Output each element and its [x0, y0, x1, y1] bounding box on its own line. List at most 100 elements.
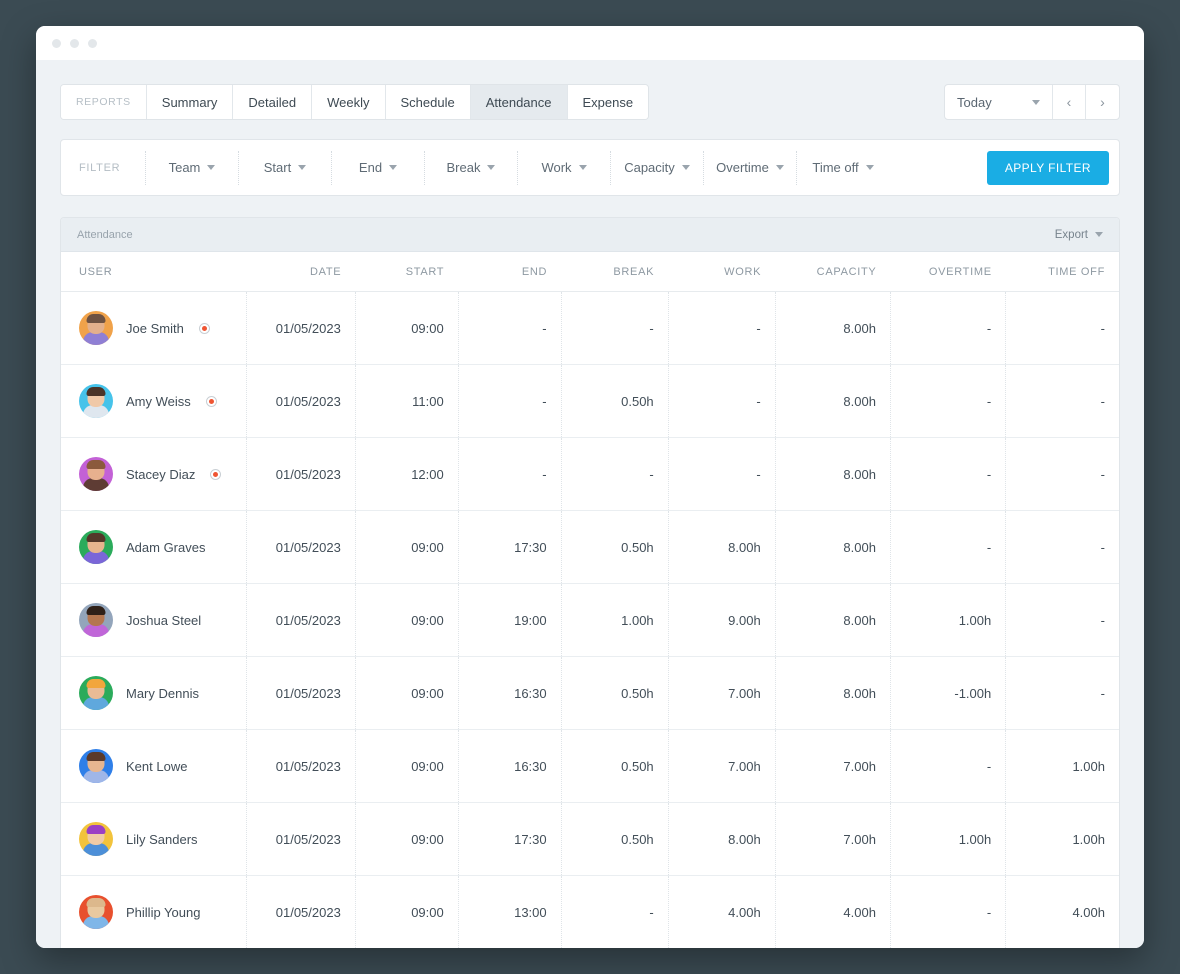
cell-start: 09:00: [354, 875, 459, 948]
cell-break: 0.50h: [560, 510, 669, 584]
table-row[interactable]: Stacey Diaz 01/05/2023 12:00- - -8.00h - -: [61, 437, 1119, 511]
chevron-down-icon: [487, 165, 496, 170]
filter-start-label: Start: [263, 160, 292, 175]
maximize-icon[interactable]: [88, 38, 97, 48]
filter-time-off[interactable]: Time off: [796, 150, 889, 185]
filter-capacity[interactable]: Capacity: [610, 150, 703, 185]
cell-break: 0.50h: [560, 729, 669, 803]
minimize-icon[interactable]: [70, 38, 79, 48]
cell-capacity: 8.00h: [774, 583, 891, 657]
tab-detailed[interactable]: Detailed: [233, 85, 313, 119]
column-header-date[interactable]: DATE: [246, 252, 356, 292]
filter-overtime[interactable]: Overtime: [703, 150, 796, 185]
cell-time-off: 1.00h: [1005, 729, 1119, 803]
filter-end[interactable]: End: [331, 150, 424, 185]
filter-break[interactable]: Break: [424, 150, 517, 185]
filter-team-label: Team: [168, 160, 201, 175]
date-prev-button[interactable]: ‹: [1053, 85, 1086, 119]
table-row[interactable]: Adam Graves 01/05/2023 09:00 17:30 0.50h 8.00…: [61, 510, 1119, 584]
cell-date: 01/05/2023: [245, 291, 356, 365]
column-header-work[interactable]: WORK: [668, 252, 776, 292]
user-cell: Phillip Young: [79, 895, 232, 929]
user-name: Phillip Young: [126, 904, 201, 920]
filter-time-off-label: Time off: [812, 160, 859, 175]
cell-capacity: 8.00h: [774, 510, 891, 584]
cell-work: 9.00h: [667, 583, 776, 657]
tab-attendance[interactable]: Attendance: [470, 85, 568, 119]
cell-user: Stacey Diaz: [61, 437, 247, 511]
cell-user: Joe Smith: [61, 291, 247, 365]
table-row[interactable]: Joshua Steel 01/05/2023 09:00 19:00 1.00h 9.0…: [61, 583, 1119, 657]
table-row[interactable]: Mary Dennis 01/05/2023 09:00 16:30 0.50h 7.00…: [61, 656, 1119, 730]
table-body: Joe Smith 01/05/2023 09:00- - -8.00h - - Amy We…: [61, 291, 1119, 948]
table-card-title: Attendance: [77, 228, 133, 241]
filter-work[interactable]: Work: [517, 150, 610, 185]
table-row[interactable]: Amy Weiss 01/05/2023 11:00-0.50h -8.00h - -: [61, 364, 1119, 438]
chevron-down-icon: [865, 165, 874, 170]
cell-capacity: 8.00h: [774, 656, 891, 730]
cell-work: -: [667, 364, 776, 438]
column-header-start[interactable]: START: [355, 252, 459, 292]
filter-team[interactable]: Team: [145, 150, 238, 185]
column-header-time-off[interactable]: TIME OFF: [1005, 252, 1119, 292]
export-label: Export: [1054, 228, 1088, 241]
tab-expense[interactable]: Expense: [567, 85, 649, 119]
cell-end: -: [457, 291, 562, 365]
cell-overtime: -: [889, 510, 1006, 584]
window-titlebar: [36, 26, 1144, 60]
cell-break: -: [560, 875, 669, 948]
cell-date: 01/05/2023: [245, 583, 356, 657]
column-header-break[interactable]: BREAK: [561, 252, 669, 292]
column-header-overtime[interactable]: OVERTIME: [890, 252, 1006, 292]
cell-time-off: -: [1005, 364, 1119, 438]
avatar: [79, 311, 113, 345]
chevron-down-icon: [298, 165, 307, 170]
user-cell: Joshua Steel: [79, 603, 232, 637]
cell-time-off: -: [1005, 291, 1119, 365]
cell-date: 01/05/2023: [245, 729, 356, 803]
cell-date: 01/05/2023: [245, 437, 356, 511]
close-icon[interactable]: [52, 38, 61, 48]
avatar: [79, 384, 113, 418]
export-button[interactable]: Export: [1055, 229, 1103, 241]
chevron-down-icon: [578, 165, 587, 170]
filter-bar-label: FILTER: [79, 161, 121, 174]
apply-filter-button[interactable]: APPLY FILTER: [986, 150, 1109, 185]
tab-weekly[interactable]: Weekly: [312, 85, 386, 119]
filter-work-label: Work: [541, 160, 572, 175]
cell-date: 01/05/2023: [245, 656, 356, 730]
avatar: [79, 530, 113, 564]
cell-time-off: -: [1005, 583, 1119, 657]
filter-start[interactable]: Start: [238, 150, 331, 185]
cell-time-off: -: [1005, 437, 1119, 511]
user-cell: Amy Weiss: [79, 384, 232, 418]
avatar: [79, 603, 113, 637]
user-name: Kent Lowe: [126, 758, 188, 774]
table-row[interactable]: Lily Sanders 01/05/2023 09:00 17:30 0.50h 8.0…: [61, 802, 1119, 876]
cell-overtime: -: [889, 875, 1006, 948]
date-range-select[interactable]: Today: [945, 85, 1053, 119]
column-header-end[interactable]: END: [458, 252, 562, 292]
avatar: [79, 676, 113, 710]
cell-work: -: [667, 437, 776, 511]
table-row[interactable]: Phillip Young 01/05/2023 09:00 13:00-4.00h 4…: [61, 875, 1119, 948]
cell-end: 16:30: [457, 656, 562, 730]
user-cell: Joe Smith: [79, 311, 232, 345]
date-next-button[interactable]: ›: [1086, 85, 1119, 119]
cell-start: 09:00: [354, 729, 459, 803]
user-name: Stacey Diaz: [126, 466, 196, 482]
table-row[interactable]: Kent Lowe 01/05/2023 09:00 16:30 0.50h 7.00h 7…: [61, 729, 1119, 803]
table-row[interactable]: Joe Smith 01/05/2023 09:00- - -8.00h - -: [61, 291, 1119, 365]
chevron-down-icon: [775, 165, 784, 170]
tab-schedule[interactable]: Schedule: [385, 85, 471, 119]
cell-user: Joshua Steel: [61, 583, 247, 657]
cell-user: Phillip Young: [61, 875, 247, 948]
cell-date: 01/05/2023: [245, 802, 356, 876]
column-header-capacity[interactable]: CAPACITY: [775, 252, 891, 292]
column-header-user[interactable]: USER: [61, 252, 247, 292]
cell-work: 4.00h: [667, 875, 776, 948]
cell-end: -: [457, 364, 562, 438]
cell-start: 09:00: [354, 656, 459, 730]
tab-summary[interactable]: Summary: [146, 85, 234, 119]
filter-capacity-label: Capacity: [624, 160, 675, 175]
